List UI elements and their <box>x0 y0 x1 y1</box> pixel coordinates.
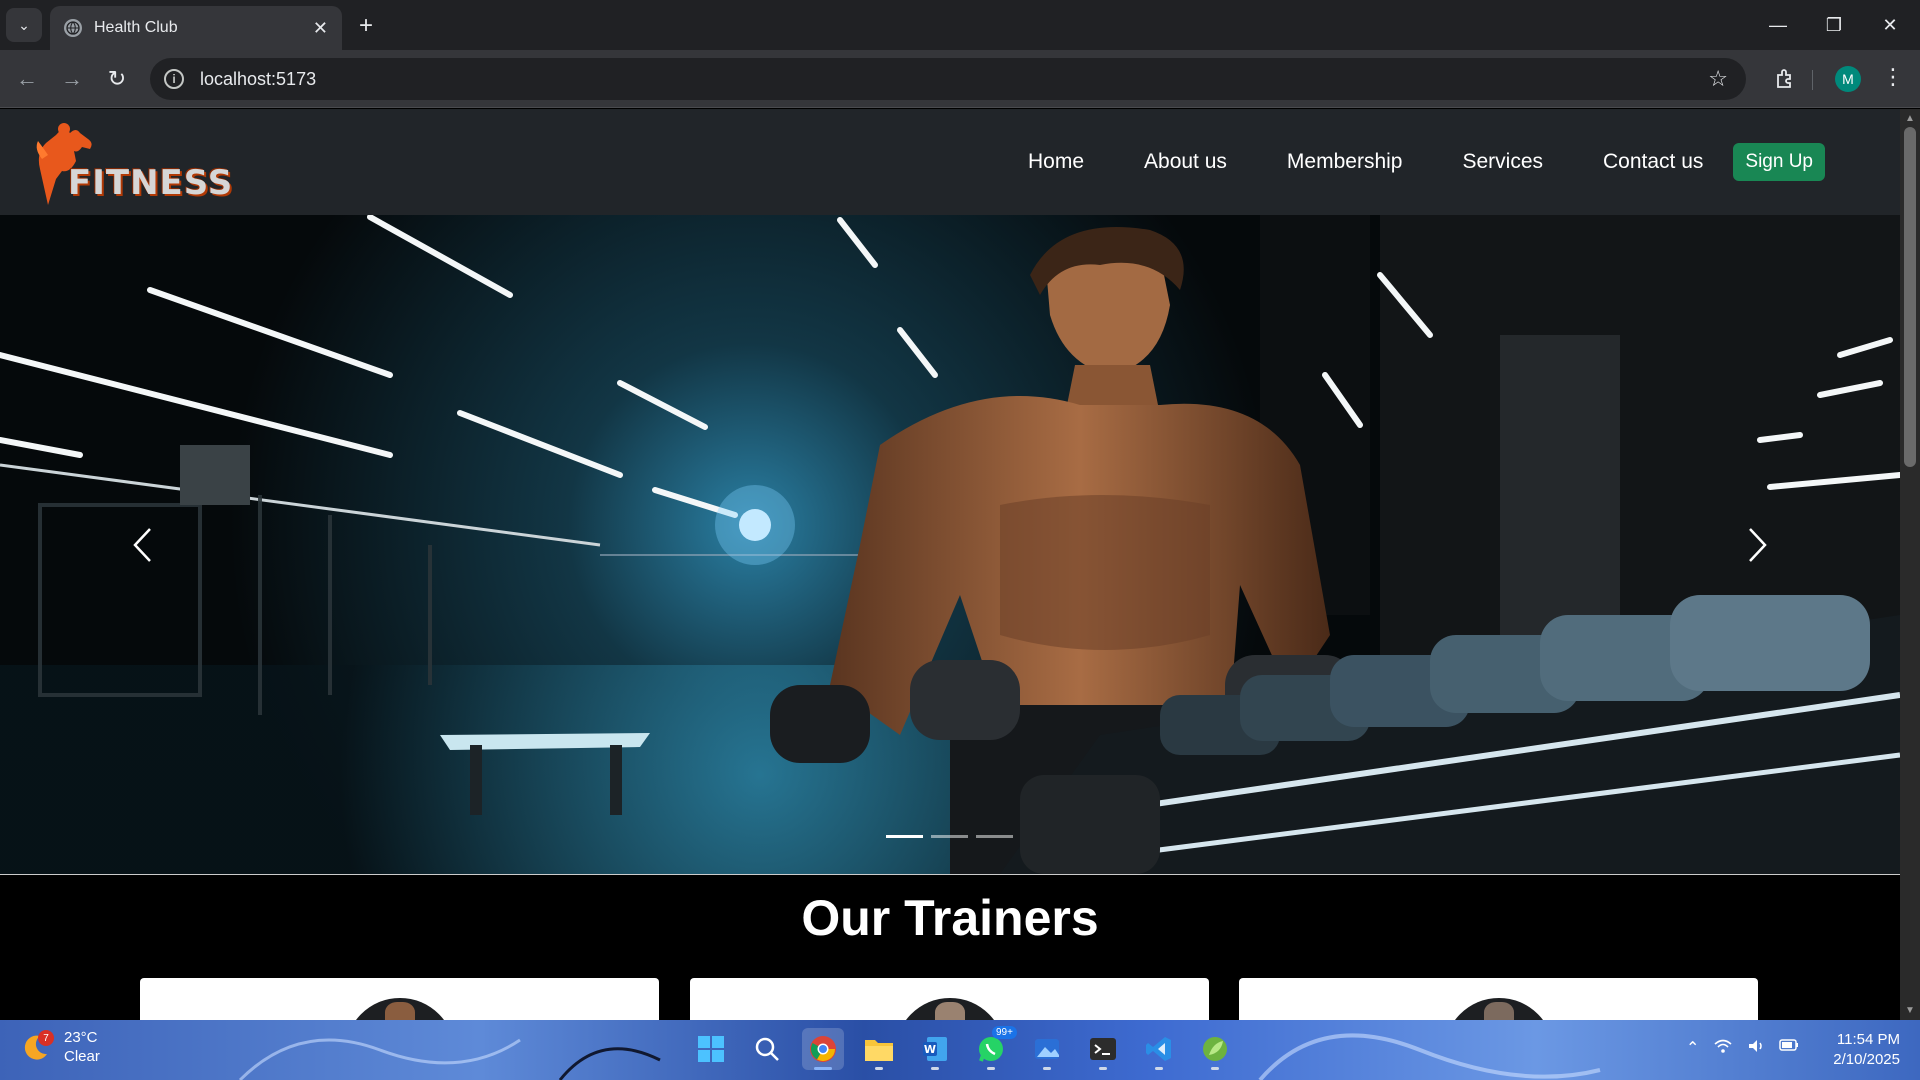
clock-time: 11:54 PM <box>1836 1031 1900 1048</box>
restore-button[interactable]: ❐ <box>1814 10 1854 40</box>
nav-contact-us[interactable]: Contact us <box>1603 150 1703 174</box>
trainer-card[interactable] <box>140 978 659 1020</box>
close-window-button[interactable]: ✕ <box>1870 10 1910 40</box>
scroll-up-icon[interactable]: ▲ <box>1905 113 1915 124</box>
trainers-heading: Our Trainers <box>801 890 1099 946</box>
site-navbar: FITNESS Home About us Membership Service… <box>0 109 1900 215</box>
photos-icon[interactable] <box>1026 1028 1068 1070</box>
moon-icon: 7 <box>20 1030 54 1062</box>
carousel-indicator-3[interactable] <box>976 835 1013 838</box>
scroll-thumb[interactable] <box>1904 127 1916 467</box>
site-info-icon[interactable]: i <box>164 69 184 89</box>
weather-description: Clear <box>64 1048 100 1065</box>
trainer-photo <box>345 998 455 1020</box>
address-bar[interactable]: i localhost:5173 ☆ <box>150 58 1746 100</box>
trainer-card[interactable] <box>690 978 1209 1020</box>
weather-temperature: 23°C <box>64 1029 98 1046</box>
whatsapp-icon[interactable]: 99+ <box>970 1026 1017 1070</box>
forward-button[interactable]: → <box>55 62 89 96</box>
bookmark-star-icon[interactable]: ☆ <box>1708 66 1728 92</box>
trainer-photo <box>1444 998 1554 1020</box>
nav-about-us[interactable]: About us <box>1144 150 1227 174</box>
nav-membership[interactable]: Membership <box>1287 150 1403 174</box>
clock-date: 2/10/2025 <box>1833 1051 1900 1068</box>
word-icon[interactable]: W <box>914 1028 956 1070</box>
vscode-icon[interactable] <box>1138 1028 1180 1070</box>
carousel-indicator-1[interactable] <box>886 835 923 838</box>
close-tab-icon[interactable]: ✕ <box>313 18 328 39</box>
whatsapp-badge: 99+ <box>992 1026 1017 1039</box>
file-explorer-icon[interactable] <box>858 1028 900 1070</box>
volume-icon[interactable] <box>1747 1038 1765 1059</box>
page-scrollbar[interactable]: ▲ ▼ <box>1900 109 1920 1020</box>
weather-alert-badge: 7 <box>38 1030 54 1046</box>
hero-carousel <box>0 215 1900 874</box>
browser-menu-icon[interactable]: ⋮ <box>1882 64 1904 90</box>
url-text: localhost:5173 <box>200 68 317 89</box>
reload-button[interactable]: ↻ <box>100 62 134 96</box>
globe-icon <box>64 19 82 37</box>
section-divider <box>0 874 1900 875</box>
nav-services[interactable]: Services <box>1462 150 1543 174</box>
weather-widget[interactable]: 7 23°C Clear <box>20 1028 100 1066</box>
carousel-indicator-2[interactable] <box>931 835 968 838</box>
terminal-icon[interactable] <box>1082 1028 1124 1070</box>
tab-search-button[interactable]: ⌄ <box>6 8 42 42</box>
system-tray: ⌃ <box>1686 1038 1799 1059</box>
tab-title: Health Club <box>94 19 178 36</box>
carousel-next-button[interactable] <box>1738 520 1778 570</box>
profile-avatar[interactable]: M <box>1835 66 1861 92</box>
wifi-icon[interactable] <box>1713 1038 1733 1059</box>
gym-hero-image <box>0 215 1900 874</box>
logo-text: FITNESS <box>68 163 234 203</box>
nav-home[interactable]: Home <box>1028 150 1084 174</box>
carousel-prev-button[interactable] <box>122 520 162 570</box>
back-button[interactable]: ← <box>10 62 44 96</box>
chrome-icon[interactable] <box>802 1028 844 1070</box>
windows-taskbar: 7 23°C Clear W 99+ ⌃ 11:54 PM 2/10/2025 <box>0 1020 1920 1080</box>
carousel-indicators <box>886 835 1013 838</box>
chevron-right-icon <box>1749 528 1767 562</box>
windows-start-icon[interactable] <box>690 1028 732 1070</box>
nav-links: Home About us Membership Services Contac… <box>968 143 1825 181</box>
extensions-icon[interactable] <box>1768 62 1802 96</box>
minimize-button[interactable]: — <box>1758 10 1798 40</box>
scroll-down-icon[interactable]: ▼ <box>1905 1005 1915 1016</box>
svg-text:W: W <box>924 1043 936 1056</box>
browser-toolbar: ← → ↻ i localhost:5173 ☆ <box>0 50 1920 108</box>
trainer-photo <box>895 998 1005 1020</box>
chevron-up-icon[interactable]: ⌃ <box>1686 1038 1699 1059</box>
browser-tab[interactable]: Health Club ✕ <box>50 6 342 50</box>
new-tab-button[interactable]: + <box>352 12 380 40</box>
chevron-down-icon: ⌄ <box>18 16 30 33</box>
search-icon[interactable] <box>746 1028 788 1070</box>
chevron-left-icon <box>133 528 151 562</box>
toolbar-separator <box>1812 70 1813 90</box>
trainer-card[interactable] <box>1239 978 1758 1020</box>
browser-tab-strip: ⌄ Health Club ✕ + — ❐ ✕ <box>0 0 1920 50</box>
battery-icon[interactable] <box>1779 1038 1799 1059</box>
sign-up-button[interactable]: Sign Up <box>1733 143 1825 181</box>
spring-icon[interactable] <box>1194 1028 1236 1070</box>
taskbar-apps: W 99+ <box>690 1026 1236 1070</box>
site-logo[interactable]: FITNESS <box>30 119 245 209</box>
page-viewport: FITNESS Home About us Membership Service… <box>0 109 1900 1020</box>
taskbar-clock[interactable]: 11:54 PM 2/10/2025 <box>1824 1030 1900 1070</box>
